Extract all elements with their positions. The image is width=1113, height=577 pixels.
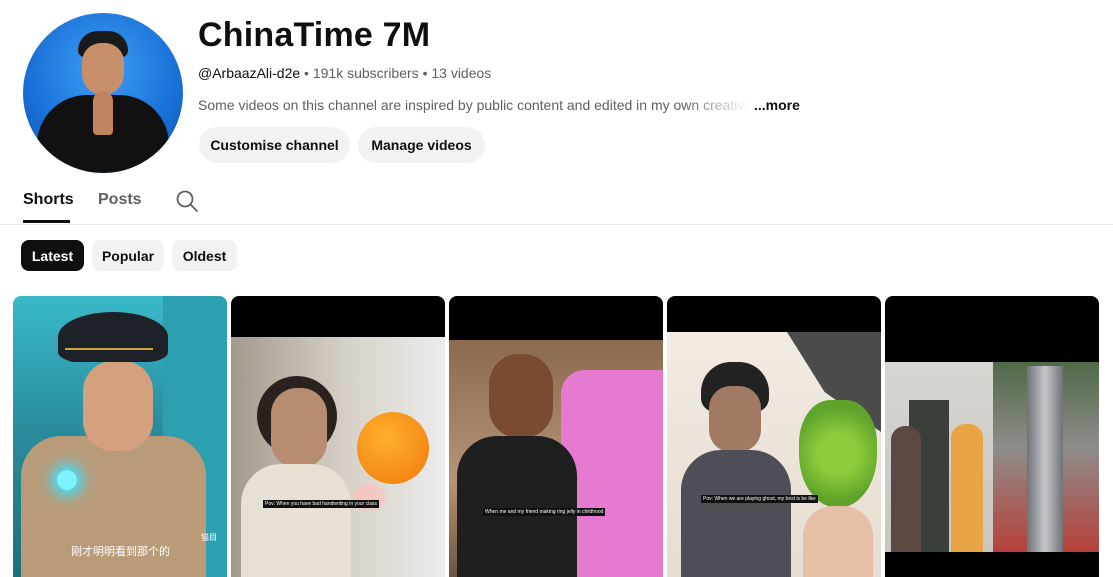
channel-handle: @ArbaazAli-d2e (198, 65, 301, 81)
search-icon[interactable] (175, 189, 199, 213)
filter-oldest[interactable]: Oldest (172, 240, 237, 271)
meta-separator: • (422, 65, 428, 81)
channel-avatar[interactable] (23, 13, 183, 173)
short-thumbnail[interactable]: Pov: When we are playing ghost, my best … (667, 296, 881, 577)
tab-posts[interactable]: Posts (98, 191, 142, 209)
thumb-face (83, 361, 153, 451)
channel-name: ChinaTime 7M (198, 16, 431, 54)
subscriber-count: 191k subscribers (312, 65, 419, 81)
short-thumbnail[interactable]: When me and my friend making ring jelly … (449, 296, 663, 577)
avatar-face (82, 43, 124, 95)
thumb-body (457, 436, 577, 577)
short-watermark: 猫目 (201, 533, 217, 542)
avatar-hands (93, 91, 113, 135)
thumb-face (489, 354, 553, 438)
active-tab-indicator (23, 220, 70, 223)
filter-popular[interactable]: Popular (92, 240, 164, 271)
thumb-person (891, 426, 921, 552)
video-count: 13 videos (431, 65, 492, 81)
short-caption: When me and my friend making ring jelly … (483, 508, 606, 516)
customise-channel-button[interactable]: Customise channel (199, 127, 350, 163)
thumb-column (1027, 366, 1063, 552)
short-thumbnail[interactable]: Pov: When you have bad handwriting in yo… (231, 296, 445, 577)
thumb-body (681, 450, 791, 577)
thumb-grapes (799, 400, 877, 508)
short-thumbnail[interactable]: 刚才明明看到那个的 猫目 (13, 296, 227, 577)
thumb-flashlight (57, 470, 77, 490)
tab-shorts[interactable]: Shorts (23, 191, 74, 209)
short-subtitle: 刚才明明看到那个的 (71, 545, 170, 558)
channel-tabs: Shorts Posts (0, 184, 1113, 225)
description-text: Some videos on this channel are inspired… (198, 97, 750, 113)
short-caption: Pov: When we are playing ghost, my best … (701, 495, 818, 503)
thumb-cap-brim (65, 348, 153, 362)
thumb-person (951, 424, 983, 552)
thumb-orange (357, 412, 429, 484)
thumb-face (709, 386, 761, 452)
short-caption: Pov: When you have bad handwriting in yo… (263, 500, 380, 508)
more-link[interactable]: ...more (754, 97, 800, 113)
channel-meta: @ArbaazAli-d2e • 191k subscribers • 13 v… (198, 65, 491, 81)
channel-description[interactable]: Some videos on this channel are inspired… (198, 97, 800, 113)
manage-videos-button[interactable]: Manage videos (358, 127, 485, 163)
filter-latest[interactable]: Latest (21, 240, 84, 271)
thumb-hand (803, 506, 873, 577)
thumb-face (271, 388, 327, 468)
short-thumbnail[interactable] (885, 296, 1099, 577)
meta-separator: • (304, 65, 309, 81)
thumb-body (241, 464, 351, 577)
